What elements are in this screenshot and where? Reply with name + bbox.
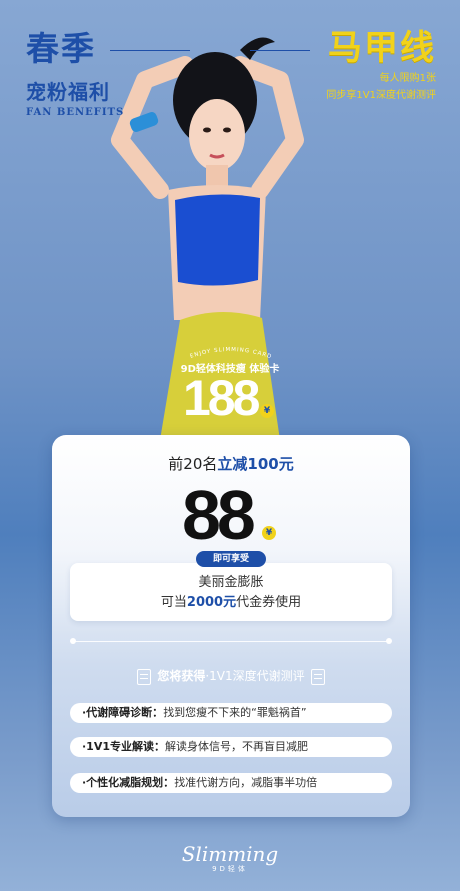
promo-line: 前20名立减100元 (52, 453, 410, 474)
voucher-line1: 美丽金膨胀 (198, 575, 264, 590)
card-divider (74, 641, 388, 642)
logo-tag: 9D轻体 (212, 865, 248, 873)
benefit-item: ·代谢障碍诊断：找到您瘦不下来的“罪魁祸首” (70, 703, 392, 723)
benefit-text: 找到您瘦不下来的“罪魁祸首” (163, 706, 307, 719)
assessment-note: 同步享1V1深度代谢测评 (326, 90, 436, 101)
brand-logo: Slimming 9D轻体 (0, 842, 460, 874)
offer-card: 前20名立减100元 88 ¥ 美丽金膨胀 可当2000元代金券使用 即可享受 … (52, 435, 410, 817)
enjoy-arc-text: ENJOY SLIMMING CARD (189, 347, 272, 361)
promo-prefix: 前20名 (168, 455, 218, 473)
benefit-title: ·个性化减脂规划： (82, 776, 175, 789)
fan-benefits-en: FAN BENEFITS (26, 107, 125, 118)
benefit-item: ·个性化减脂规划：找准代谢方向，减脂事半功倍 (70, 773, 392, 793)
headline-right: 马甲线 每人限购1张 同步享1V1深度代谢测评 (326, 28, 436, 102)
promo-highlight: 立减100元 (217, 455, 294, 473)
gain-rest: ·1V1深度代谢测评 (205, 669, 305, 683)
headline-left: 春季 宠粉福利 FAN BENEFITS (26, 29, 125, 119)
fan-benefits-title: 宠粉福利 (26, 80, 110, 104)
voucher-prefix: 可当 (160, 595, 187, 610)
divider-dot-left (70, 638, 76, 644)
benefit-text: 解读身体信号，不再盲目减肥 (165, 740, 308, 753)
yen-icon: ¥ (260, 404, 274, 418)
voucher-suffix: 代金券使用 (236, 595, 302, 610)
benefit-title: ·代谢障碍诊断： (82, 706, 164, 719)
gain-heading: 您将获得·1V1深度代谢测评 (52, 667, 410, 685)
enjoy-now-badge: 即可享受 (196, 551, 266, 567)
spring-title: 春季 (26, 29, 96, 68)
gain-bold: 您将获得 (157, 669, 206, 683)
abs-title: 马甲线 (328, 28, 436, 68)
clipboard-icon (137, 668, 152, 685)
purchase-limit: 每人限购1张 (379, 73, 436, 84)
svg-text:ENJOY SLIMMING CARD: ENJOY SLIMMING CARD (189, 347, 272, 361)
benefit-text: 找准代谢方向，减脂事半功倍 (174, 776, 318, 789)
benefit-item: ·1V1专业解读：解读身体信号，不再盲目减肥 (70, 737, 392, 757)
voucher-line2: 可当2000元代金券使用 (70, 593, 392, 613)
voucher-box: 美丽金膨胀 可当2000元代金券使用 (70, 563, 392, 621)
headline-rule-right (250, 50, 310, 51)
headline-rule-left (110, 50, 190, 51)
clipboard-icon (310, 668, 325, 685)
voucher-amount: 2000元 (186, 595, 237, 610)
benefit-title: ·1V1专业解读： (82, 740, 165, 753)
enjoy-text: ENJOY SLIMMING CARD (189, 347, 271, 361)
yen-icon-offer: ¥ (262, 526, 276, 540)
logo-script: Slimming (181, 842, 279, 866)
divider-dot-right (386, 638, 392, 644)
original-price: 188 (183, 370, 260, 426)
offer-price: 88 (182, 476, 256, 554)
poster: 春季 宠粉福利 FAN BENEFITS 马甲线 每人限购1张 同步享1V1深度… (0, 0, 460, 891)
